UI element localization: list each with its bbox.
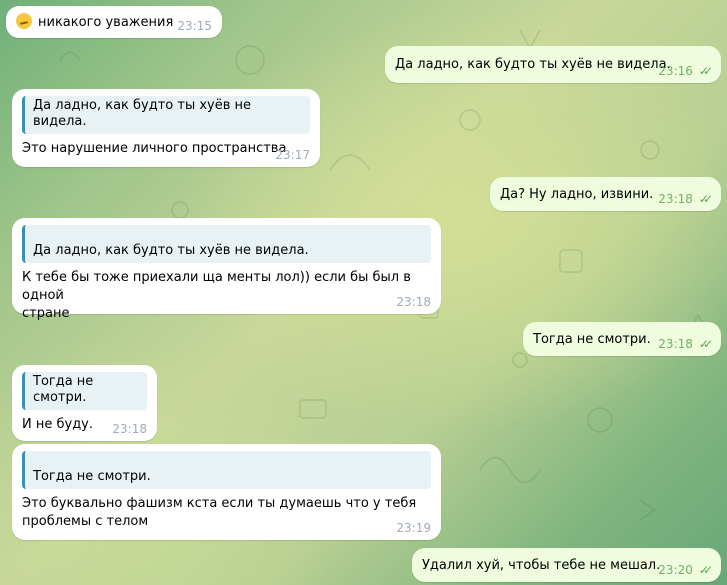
read-double-check-icon: ✓✓ (698, 563, 713, 577)
quote-text: Да ладно, как будто ты хуёв не видела. (33, 243, 309, 258)
message-time: 23:18 (112, 422, 147, 436)
quote-text: Да ладно, как будто ты хуёв не видела. (33, 98, 252, 129)
message-time: 23:19 (396, 521, 431, 535)
message-incoming-reply[interactable]: Тогда не смотри. Это буквально фашизм кс… (12, 444, 441, 540)
message-outgoing[interactable]: Да? Ну ладно, извини. 23:18 ✓✓ (490, 177, 721, 211)
reply-quote[interactable]: Тогда не смотри. (22, 451, 431, 489)
message-text: никакого уважения (38, 15, 174, 30)
quote-text: Тогда не смотри. (33, 374, 94, 405)
reply-quote[interactable]: Да ладно, как будто ты хуёв не видела. (22, 96, 310, 134)
message-time: 23:18 (396, 295, 431, 309)
read-double-check-icon: ✓✓ (698, 64, 713, 78)
message-outgoing[interactable]: Удалил хуй, чтобы тебе не мешал. 23:20 ✓✓ (412, 548, 721, 582)
reply-quote[interactable]: Тогда не смотри. (22, 372, 147, 410)
message-time: 23:20 (658, 563, 693, 577)
message-text: К тебе бы тоже приехали ща менты лол)) е… (22, 270, 411, 321)
message-incoming[interactable]: никакого уважения 23:15 (6, 6, 222, 38)
message-text: Это нарушение личного пространства (22, 141, 287, 156)
message-time: 23:15 (177, 19, 212, 33)
read-double-check-icon: ✓✓ (698, 192, 713, 206)
message-incoming-reply[interactable]: Да ладно, как будто ты хуёв не видела. К… (12, 218, 441, 321)
quote-text: Тогда не смотри. (33, 469, 151, 484)
message-incoming-reply[interactable]: Тогда не смотри. И не буду. 23:18 (12, 365, 157, 441)
read-double-check-icon: ✓✓ (698, 337, 713, 351)
message-time: 23:17 (275, 148, 310, 162)
message-outgoing[interactable]: Да ладно, как будто ты хуёв не видела. 2… (385, 46, 721, 83)
message-time: 23:16 (658, 64, 693, 78)
message-incoming-reply[interactable]: Да ладно, как будто ты хуёв не видела. Э… (12, 89, 320, 167)
message-time: 23:18 (658, 337, 693, 351)
message-time: 23:18 (658, 192, 693, 206)
smirk-emoji-icon (16, 13, 32, 29)
message-text: Это буквально фашизм кста если ты думаеш… (22, 496, 417, 529)
message-outgoing[interactable]: Тогда не смотри. 23:18 ✓✓ (523, 322, 721, 356)
reply-quote[interactable]: Да ладно, как будто ты хуёв не видела. (22, 225, 431, 263)
